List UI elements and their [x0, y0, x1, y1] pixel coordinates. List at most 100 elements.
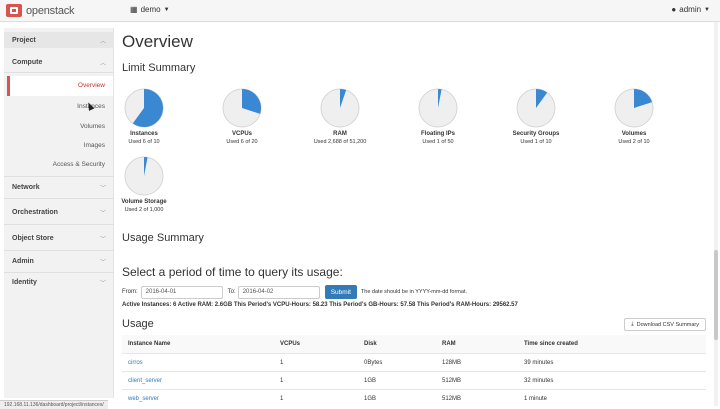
openstack-logo-icon [6, 4, 22, 17]
instance-link[interactable]: client_server [128, 378, 162, 384]
pie-chart [614, 88, 654, 128]
table-cell: 1GB [364, 396, 377, 402]
sidebar-compute[interactable]: Compute ︿ [4, 54, 114, 70]
sidebar-object-store-label: Object Store [12, 234, 54, 242]
table-row: cirros 1 0Bytes 128MB 39 minutes [122, 353, 706, 371]
sidebar-item-images[interactable]: Images [7, 139, 113, 153]
pie-chart [320, 88, 360, 128]
limit-pie-instances: Instances Used 6 of 10 [102, 88, 186, 145]
sidebar-network[interactable]: Network ﹀ [4, 180, 114, 194]
divider [4, 176, 114, 177]
sidebar-orchestration-label: Orchestration [12, 208, 58, 216]
sidebar-item-instances[interactable]: Instances [7, 100, 113, 114]
limit-used-text: Used 1 of 10 [520, 139, 552, 145]
limit-label: Volume Storage [121, 199, 167, 205]
table-header-row: Instance Name VCPUs Disk RAM Time since … [122, 335, 706, 353]
table-header[interactable]: Instance Name [128, 341, 170, 347]
project-switcher-label: demo [140, 5, 161, 14]
sidebar-admin-label: Admin [12, 257, 34, 265]
sidebar-item-volumes[interactable]: Volumes [7, 120, 113, 134]
sidebar-identity[interactable]: Identity ﹀ [4, 275, 114, 289]
limit-used-text: Used 6 of 10 [128, 139, 160, 145]
limit-used-text: Used 6 of 20 [226, 139, 258, 145]
table-cell: 1 [280, 360, 284, 366]
divider [4, 272, 114, 273]
limit-label: Volumes [621, 131, 647, 137]
limit-pie-security-groups: Security Groups Used 1 of 10 [494, 88, 578, 145]
caret-down-icon: ▼ [704, 6, 710, 13]
user-menu-label: admin [679, 5, 702, 14]
top-navbar: openstack ▦ demo ▼ ● admin ▼ [0, 0, 720, 22]
download-icon: ⤓ [631, 321, 634, 327]
table-header[interactable]: RAM [442, 341, 456, 347]
table-header[interactable]: Time since created [524, 341, 578, 347]
page-title: Overview [122, 32, 193, 51]
limit-used-text: Used 2 of 10 [618, 139, 650, 145]
chevron-up-icon: ︿ [99, 60, 106, 67]
sidebar-network-label: Network [12, 183, 40, 191]
openstack-logo[interactable]: openstack [6, 4, 75, 17]
date-format-hint: The date should be in YYYY-mm-dd format. [360, 289, 468, 295]
sidebar-item-overview[interactable]: Overview [7, 76, 113, 96]
table-header[interactable]: VCPUs [280, 341, 300, 347]
limit-label: Instances [130, 131, 158, 137]
instance-link[interactable]: web_server [128, 396, 159, 402]
download-csv-label: Download CSV Summary [636, 321, 699, 328]
table-header[interactable]: Disk [364, 341, 377, 347]
user-menu[interactable]: ● admin ▼ [671, 5, 710, 14]
scrollbar-thumb[interactable] [714, 250, 718, 340]
pie-chart [124, 88, 164, 128]
sidebar-admin[interactable]: Admin ﹀ [4, 254, 114, 268]
scrollbar-track[interactable] [714, 22, 718, 406]
table-cell: 0Bytes [364, 360, 383, 366]
sidebar-project-label: Project [12, 36, 36, 44]
divider [4, 198, 114, 199]
query-period-heading: Select a period of time to query its usa… [122, 265, 343, 279]
chevron-down-icon: ﹀ [99, 236, 106, 243]
sidebar-project[interactable]: Project ︿ [4, 32, 114, 48]
sidebar-identity-label: Identity [12, 278, 37, 286]
limit-label: Floating IPs [420, 131, 455, 137]
table-cell: 39 minutes [524, 360, 554, 366]
logo-text: openstack [26, 4, 75, 17]
usage-summary-heading: Usage Summary [122, 232, 204, 244]
sidebar-object-store[interactable]: Object Store ﹀ [4, 231, 114, 245]
chevron-down-icon: ﹀ [99, 280, 106, 287]
project-switcher[interactable]: ▦ demo ▼ [130, 5, 170, 14]
download-csv-button[interactable]: ⤓ Download CSV Summary [624, 318, 706, 331]
table-cell: 512MB [442, 378, 462, 384]
to-label: To: [227, 289, 236, 295]
project-grid-icon: ▦ [130, 5, 138, 14]
divider [4, 250, 114, 251]
limit-label: Security Groups [512, 131, 560, 137]
caret-down-icon: ▼ [163, 6, 170, 13]
from-date-input[interactable]: 2016-04-01 [140, 285, 223, 299]
submit-button[interactable]: Submit [324, 285, 357, 299]
usage-stats: Active Instances: 6 Active RAM: 2.6GB Th… [122, 302, 518, 308]
user-icon: ● [671, 5, 677, 14]
instance-link[interactable]: cirros [128, 360, 143, 366]
limit-pies-row-2: Volume Storage Used 2 of 1,000 [121, 156, 716, 226]
chevron-up-icon: ︿ [99, 38, 106, 45]
table-cell: 32 minutes [524, 378, 554, 384]
limit-pie-ram: RAM Used 2,688 of 51,200 [298, 88, 382, 145]
to-date-input[interactable]: 2016-04-02 [237, 285, 320, 299]
sidebar-item-access-security[interactable]: Access & Security [7, 158, 113, 172]
limit-pie-vcpus: VCPUs Used 6 of 20 [200, 88, 284, 145]
table-row: client_server 1 1GB 512MB 32 minutes [122, 371, 706, 389]
sidebar: Project ︿ Compute ︿ Overview Instances V… [4, 28, 114, 398]
chevron-down-icon: ﹀ [99, 259, 106, 266]
table-cell: 1 [280, 378, 284, 384]
limit-pie-volume-storage: Volume Storage Used 2 of 1,000 [102, 156, 186, 213]
limit-label: VCPUs [231, 131, 252, 137]
pie-chart [516, 88, 556, 128]
table-cell: 1 minute [524, 396, 548, 402]
table-cell: 1GB [364, 378, 377, 384]
pie-chart [418, 88, 458, 128]
limit-used-text: Used 2,688 of 51,200 [313, 139, 367, 145]
divider [4, 224, 114, 225]
limit-pie-volumes: Volumes Used 2 of 10 [592, 88, 676, 145]
pie-chart [222, 88, 262, 128]
browser-status-url: 192.168.11.136/dashboard/project/instanc… [0, 400, 108, 409]
sidebar-orchestration[interactable]: Orchestration ﹀ [4, 205, 114, 219]
